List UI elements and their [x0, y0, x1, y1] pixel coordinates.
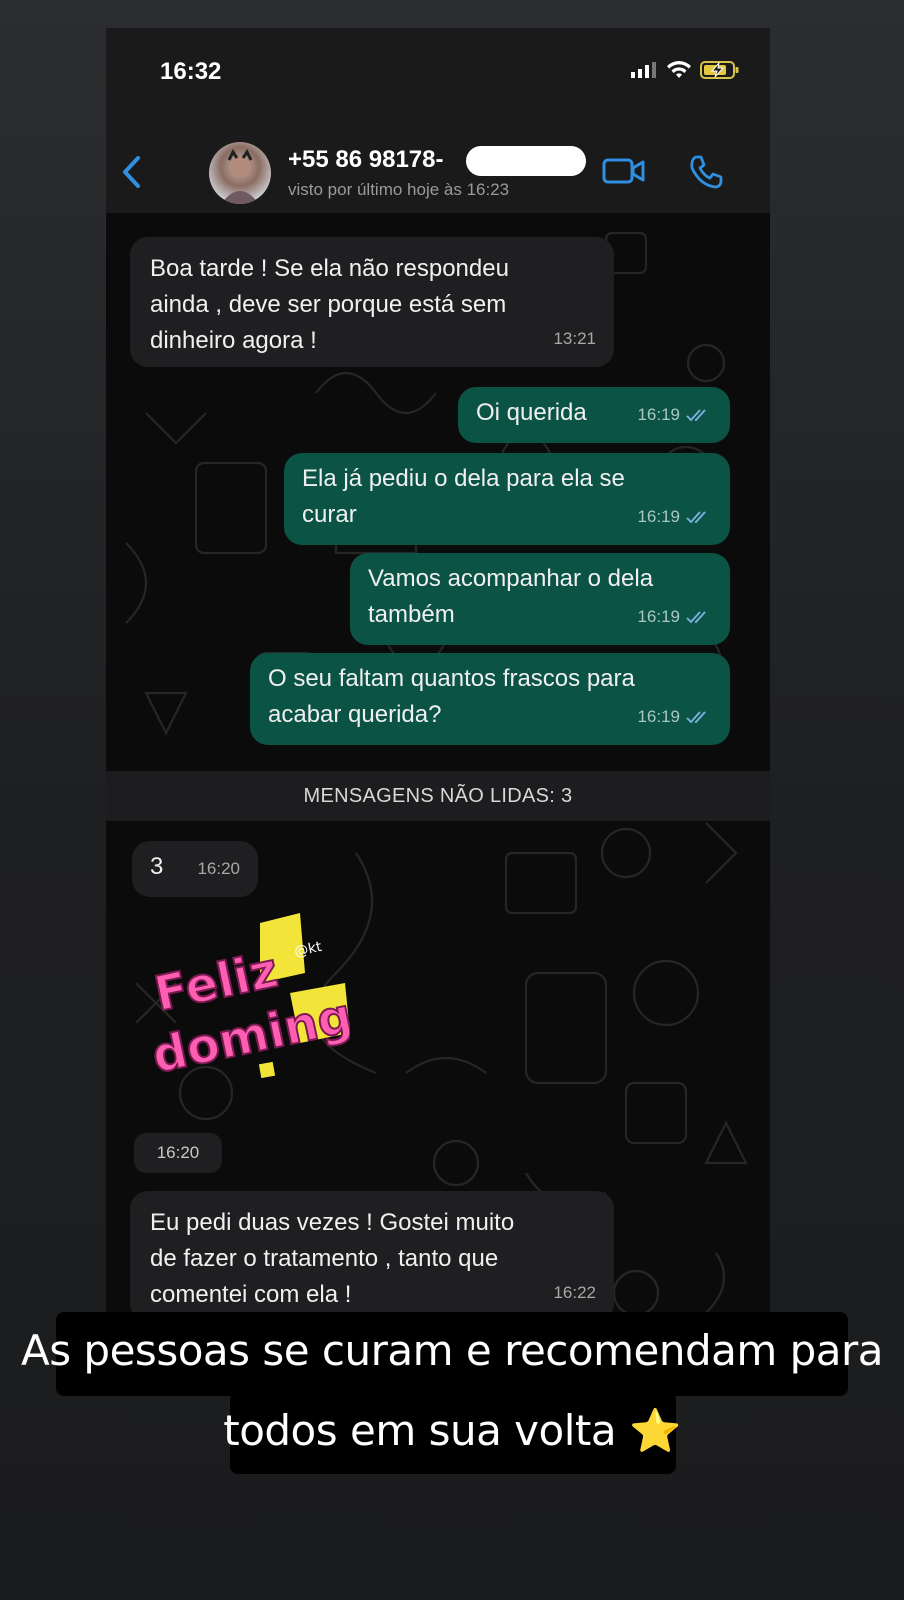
message-time: 16:20 — [197, 851, 240, 887]
double-check-icon — [686, 409, 706, 422]
phone-call-icon[interactable] — [688, 154, 724, 190]
status-bar: 16:32 — [106, 28, 770, 118]
message-bubble-incoming[interactable]: Boa tarde ! Se ela não respondeu ainda ,… — [130, 237, 614, 367]
message-meta: 16:19 — [637, 499, 712, 535]
chat-area[interactable]: Boa tarde ! Se ela não respondeu ainda ,… — [106, 213, 770, 1331]
video-call-icon[interactable] — [602, 156, 646, 186]
contact-avatar[interactable] — [209, 142, 271, 204]
message-bubble-outgoing[interactable]: Vamos acompanhar o dela também 16:19 — [350, 553, 730, 645]
sticker-timestamp-pill: 16:20 — [134, 1133, 222, 1173]
message-text: Boa tarde ! Se ela não respondeu ainda ,… — [150, 255, 509, 354]
message-meta: 16:19 — [637, 397, 712, 433]
avatar-image-icon — [221, 149, 259, 204]
last-seen-status: visto por último hoje às 16:23 — [288, 180, 510, 199]
message-timestamp: 16:19 — [637, 405, 680, 424]
message-timestamp: 16:19 — [637, 707, 680, 726]
phone-screen: 16:32 +55 86 98178- visto por último hoj… — [106, 28, 770, 1331]
message-timestamp: 16:22 — [553, 1283, 596, 1302]
message-timestamp: 16:19 — [637, 607, 680, 626]
feliz-domingo-sticker: Feliz domingo @kt — [146, 913, 390, 1086]
message-bubble-outgoing[interactable]: Oi querida 16:19 — [458, 387, 730, 443]
contact-name[interactable]: +55 86 98178- — [288, 146, 443, 174]
message-bubble-incoming[interactable]: Eu pedi duas vezes ! Gostei muito de faz… — [130, 1191, 614, 1321]
sticker-message[interactable]: Feliz domingo @kt — [140, 913, 390, 1103]
story-caption-line-1: As pessoas se curam e recomendam para — [20, 1326, 884, 1375]
message-timestamp: 16:19 — [637, 507, 680, 526]
double-check-icon — [686, 511, 706, 524]
unread-messages-divider: MENSAGENS NÃO LIDAS: 3 — [106, 771, 770, 821]
double-check-icon — [686, 611, 706, 624]
message-meta: 16:19 — [637, 699, 712, 735]
redaction-mark — [466, 146, 586, 176]
story-caption-line-2: todos em sua volta ⭐ — [223, 1406, 681, 1455]
cellular-signal-icon — [631, 62, 656, 78]
battery-charging-icon — [700, 61, 739, 79]
status-time: 16:32 — [160, 58, 222, 85]
message-timestamp: 13:21 — [553, 329, 596, 348]
double-check-icon — [686, 711, 706, 724]
back-chevron-icon[interactable] — [120, 154, 142, 190]
message-text: Eu pedi duas vezes ! Gostei muito de faz… — [150, 1209, 515, 1308]
message-bubble-outgoing[interactable]: O seu faltam quantos frascos para acabar… — [250, 653, 730, 745]
message-timestamp: 16:20 — [197, 859, 240, 878]
message-timestamp: 16:20 — [156, 1143, 200, 1162]
wifi-icon — [667, 61, 691, 78]
status-icons — [630, 60, 740, 80]
message-bubble-outgoing[interactable]: Ela já pediu o dela para ela se curar 16… — [284, 453, 730, 545]
chat-header: +55 86 98178- visto por último hoje às 1… — [106, 118, 770, 214]
message-time: 13:21 — [553, 321, 596, 357]
message-meta: 16:19 — [637, 599, 712, 635]
message-time: 16:22 — [553, 1275, 596, 1311]
message-bubble-incoming[interactable]: 3 16:20 — [132, 841, 258, 897]
